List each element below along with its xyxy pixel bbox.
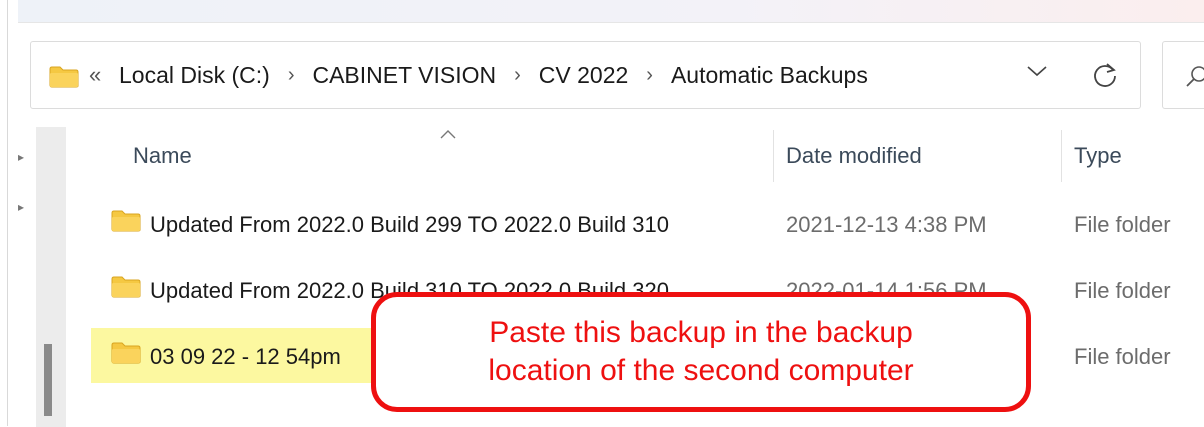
folder-icon bbox=[49, 66, 79, 93]
callout-line-1: Paste this backup in the backup bbox=[489, 316, 913, 349]
annotation-callout: Paste this backup in the backup location… bbox=[371, 292, 1031, 412]
expand-arrow-icon[interactable]: ▸ bbox=[18, 200, 24, 214]
column-header-date[interactable]: Date modified bbox=[786, 143, 922, 169]
folder-icon bbox=[111, 210, 141, 237]
breadcrumb-overflow-icon[interactable]: « bbox=[89, 62, 101, 88]
file-name: Updated From 2022.0 Build 299 TO 2022.0 … bbox=[150, 212, 669, 237]
breadcrumb-automatic-backups[interactable]: Automatic Backups bbox=[671, 62, 868, 89]
breadcrumb-separator-icon: › bbox=[287, 64, 295, 86]
column-header-type[interactable]: Type bbox=[1074, 143, 1122, 169]
refresh-icon[interactable] bbox=[1091, 61, 1119, 94]
sort-ascending-icon bbox=[440, 126, 456, 144]
file-type: File folder bbox=[1074, 278, 1171, 303]
search-input[interactable] bbox=[1162, 41, 1204, 109]
folder-icon bbox=[111, 276, 141, 303]
breadcrumb-cabinet-vision[interactable]: CABINET VISION bbox=[312, 62, 496, 89]
breadcrumb-separator-icon: › bbox=[514, 64, 521, 86]
breadcrumb-separator-icon: › bbox=[646, 64, 653, 86]
chevron-down-icon[interactable] bbox=[1026, 64, 1048, 83]
column-divider[interactable] bbox=[1061, 130, 1062, 182]
column-divider[interactable] bbox=[773, 130, 774, 182]
breadcrumb-local-disk[interactable]: Local Disk (C:) bbox=[119, 62, 270, 89]
address-bar[interactable]: « Local Disk (C:) › CABINET VISION › CV … bbox=[30, 41, 1141, 109]
search-icon bbox=[1185, 64, 1204, 93]
expand-arrow-icon[interactable]: ▸ bbox=[18, 150, 24, 164]
folder-icon bbox=[111, 342, 141, 369]
file-type: File folder bbox=[1074, 344, 1171, 369]
file-name: 03 09 22 - 12 54pm bbox=[150, 344, 341, 369]
breadcrumb: Local Disk (C:) › CABINET VISION › CV 20… bbox=[119, 62, 868, 89]
window-border bbox=[7, 0, 8, 426]
scrollbar-thumb[interactable] bbox=[44, 344, 52, 416]
title-strip bbox=[18, 0, 1204, 23]
file-date: 2021-12-13 4:38 PM bbox=[786, 212, 987, 237]
file-type: File folder bbox=[1074, 212, 1171, 237]
breadcrumb-cv-2022[interactable]: CV 2022 bbox=[539, 62, 629, 89]
callout-line-2: location of the second computer bbox=[488, 354, 914, 387]
column-header-name[interactable]: Name bbox=[133, 143, 192, 169]
